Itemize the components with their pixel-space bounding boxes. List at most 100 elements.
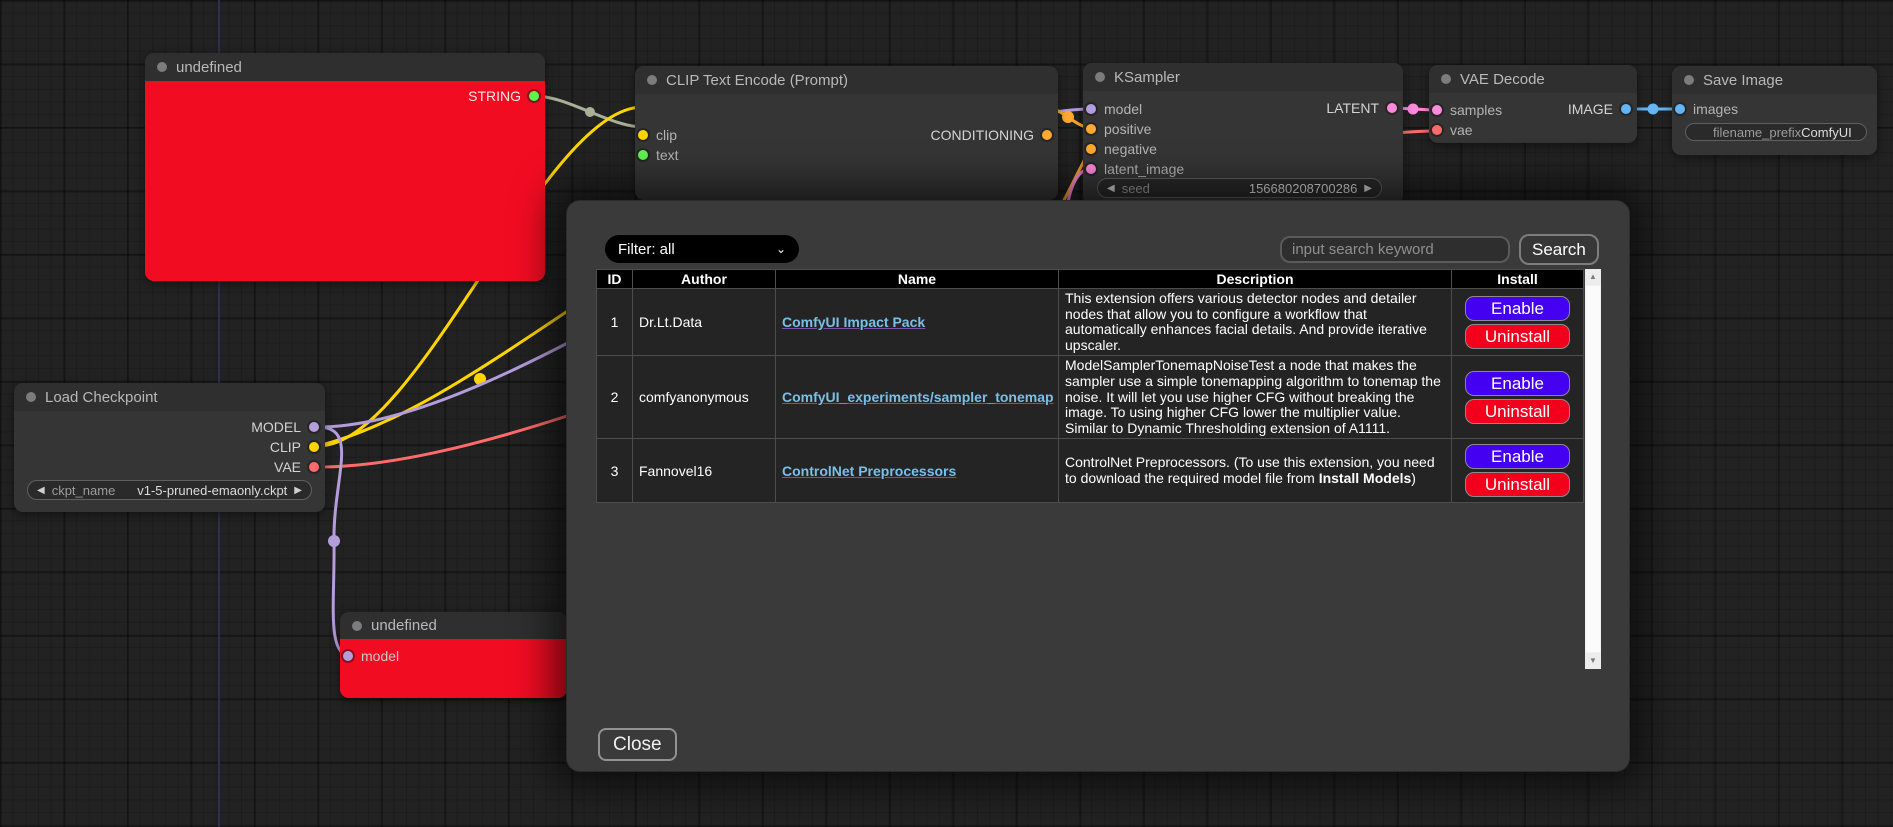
positive-input-dot-icon[interactable] [1086, 124, 1096, 134]
vae-input-dot-icon[interactable] [1432, 125, 1442, 135]
node-save-image[interactable]: Save Image images filename_prefix ComfyU… [1672, 66, 1877, 155]
samples-input-dot-icon[interactable] [1432, 105, 1442, 115]
vae-output-dot-icon[interactable] [309, 462, 319, 472]
node-vae-decode[interactable]: VAE Decode samples vae IMAGE [1429, 65, 1637, 143]
extension-description: ModelSamplerTonemapNoiseTest a node that… [1059, 356, 1452, 439]
extension-description: This extension offers various detector n… [1059, 289, 1452, 356]
input-slot-images[interactable]: images [1675, 102, 1738, 116]
text-input-dot-icon[interactable] [638, 150, 648, 160]
scroll-down-icon[interactable]: ▼ [1585, 653, 1601, 669]
collapse-dot-icon[interactable] [352, 621, 362, 631]
node-title: KSampler [1114, 69, 1180, 86]
input-slot-text[interactable]: text [638, 148, 679, 162]
node-body: images filename_prefix ComfyUI [1672, 94, 1877, 155]
output-slot-model[interactable]: MODEL [251, 420, 319, 434]
extension-name-link[interactable]: ComfyUI_experiments/sampler_tonemap [782, 389, 1054, 405]
node-undefined-top[interactable]: undefined STRING [145, 53, 545, 281]
extension-id: 3 [597, 439, 633, 503]
uninstall-button[interactable]: Uninstall [1465, 472, 1570, 497]
node-body-error: STRING [145, 81, 545, 281]
input-slot-model[interactable]: model [1086, 102, 1142, 116]
collapse-dot-icon[interactable] [1441, 74, 1451, 84]
extension-name-link[interactable]: ControlNet Preprocessors [782, 463, 956, 479]
extension-author: comfyanonymous [633, 356, 776, 439]
node-body: MODEL CLIP VAE ◀ ckpt_name v1-5-pruned-e… [14, 411, 325, 512]
conditioning-output-dot-icon[interactable] [1042, 130, 1052, 140]
uninstall-button[interactable]: Uninstall [1465, 399, 1570, 424]
node-title-bar[interactable]: KSampler [1083, 63, 1403, 91]
model-input-dot-icon[interactable] [1086, 104, 1096, 114]
input-slot-latent-image[interactable]: latent_image [1086, 162, 1184, 176]
extension-description: ControlNet Preprocessors. (To use this e… [1059, 439, 1452, 503]
column-header: ID [597, 270, 633, 289]
input-slot-clip[interactable]: clip [638, 128, 677, 142]
collapse-dot-icon[interactable] [1684, 75, 1694, 85]
images-input-dot-icon[interactable] [1675, 104, 1685, 114]
output-slot-vae[interactable]: VAE [274, 460, 319, 474]
extension-row: 2comfyanonymous ComfyUI_experiments/sampl… [597, 356, 1584, 439]
output-slot-clip[interactable]: CLIP [270, 440, 319, 454]
model-output-dot-icon[interactable] [309, 422, 319, 432]
node-ksampler[interactable]: KSampler model positive negative latent_… [1083, 63, 1403, 205]
clip-output-dot-icon[interactable] [309, 442, 319, 452]
search-button[interactable]: Search [1519, 234, 1599, 265]
input-slot-negative[interactable]: negative [1086, 142, 1157, 156]
table-scrollbar[interactable]: ▲ ▼ [1585, 269, 1601, 669]
uninstall-button[interactable]: Uninstall [1465, 324, 1570, 349]
node-clip-text-encode[interactable]: CLIP Text Encode (Prompt) clip text COND… [635, 66, 1058, 200]
input-slot-positive[interactable]: positive [1086, 122, 1151, 136]
enable-button[interactable]: Enable [1465, 296, 1570, 321]
node-title-bar[interactable]: undefined [340, 612, 567, 639]
output-slot-latent[interactable]: LATENT [1326, 101, 1397, 115]
increment-arrow-icon[interactable]: ▶ [294, 485, 302, 496]
output-slot-image[interactable]: IMAGE [1568, 102, 1631, 116]
node-title-bar[interactable]: Save Image [1672, 66, 1877, 94]
graph-canvas[interactable]: undefined STRING CLIP Text Encode (Promp… [0, 0, 1893, 827]
clip-input-dot-icon[interactable] [638, 130, 648, 140]
filter-select[interactable]: Filter: all ⌄ [605, 235, 799, 263]
extension-name-cell: ComfyUI Impact Pack [776, 289, 1059, 356]
node-undefined-bottom[interactable]: undefined model [340, 612, 567, 698]
string-output-dot-icon[interactable] [529, 91, 539, 101]
image-output-dot-icon[interactable] [1621, 104, 1631, 114]
input-slot-model[interactable]: model [343, 649, 399, 663]
install-cell: Enable Uninstall [1452, 439, 1584, 503]
scroll-up-icon[interactable]: ▲ [1585, 269, 1601, 285]
node-title: Save Image [1703, 72, 1783, 89]
enable-button[interactable]: Enable [1465, 444, 1570, 469]
output-slot-conditioning[interactable]: CONDITIONING [931, 128, 1052, 142]
install-cell: Enable Uninstall [1452, 289, 1584, 356]
search-input[interactable] [1280, 236, 1510, 263]
ckpt-name-widget[interactable]: ◀ ckpt_name v1-5-pruned-emaonly.ckpt ▶ [27, 480, 312, 500]
node-load-checkpoint[interactable]: Load Checkpoint MODEL CLIP VAE ◀ ckpt_na… [14, 383, 325, 512]
filename-prefix-widget[interactable]: filename_prefix ComfyUI [1685, 123, 1867, 141]
seed-widget[interactable]: ◀ seed 156680208700286 ▶ [1097, 178, 1382, 198]
model-input-dot-icon[interactable] [343, 651, 353, 661]
latent-image-input-dot-icon[interactable] [1086, 164, 1096, 174]
collapse-dot-icon[interactable] [1095, 72, 1105, 82]
node-body: model positive negative latent_image LAT… [1083, 91, 1403, 205]
node-title-bar[interactable]: CLIP Text Encode (Prompt) [635, 66, 1058, 94]
decrement-arrow-icon[interactable]: ◀ [37, 485, 45, 496]
node-title-bar[interactable]: VAE Decode [1429, 65, 1637, 93]
collapse-dot-icon[interactable] [157, 62, 167, 72]
extension-table-container: IDAuthorNameDescriptionInstall 1Dr.Lt.Da… [596, 269, 1601, 669]
extension-id: 2 [597, 356, 633, 439]
collapse-dot-icon[interactable] [26, 392, 36, 402]
enable-button[interactable]: Enable [1465, 371, 1570, 396]
collapse-dot-icon[interactable] [647, 75, 657, 85]
node-title: CLIP Text Encode (Prompt) [666, 72, 848, 89]
input-slot-samples[interactable]: samples [1432, 103, 1502, 117]
negative-input-dot-icon[interactable] [1086, 144, 1096, 154]
increment-arrow-icon[interactable]: ▶ [1364, 183, 1372, 194]
node-title-bar[interactable]: undefined [145, 53, 545, 81]
table-header-row: IDAuthorNameDescriptionInstall [597, 270, 1584, 289]
input-slot-vae[interactable]: vae [1432, 123, 1473, 137]
latent-output-dot-icon[interactable] [1387, 103, 1397, 113]
output-slot-string[interactable]: STRING [468, 89, 539, 103]
extension-name-link[interactable]: ComfyUI Impact Pack [782, 314, 925, 330]
node-title-bar[interactable]: Load Checkpoint [14, 383, 325, 411]
close-button[interactable]: Close [598, 728, 677, 761]
decrement-arrow-icon[interactable]: ◀ [1107, 183, 1115, 194]
scrollbar-thumb[interactable] [1586, 286, 1600, 652]
